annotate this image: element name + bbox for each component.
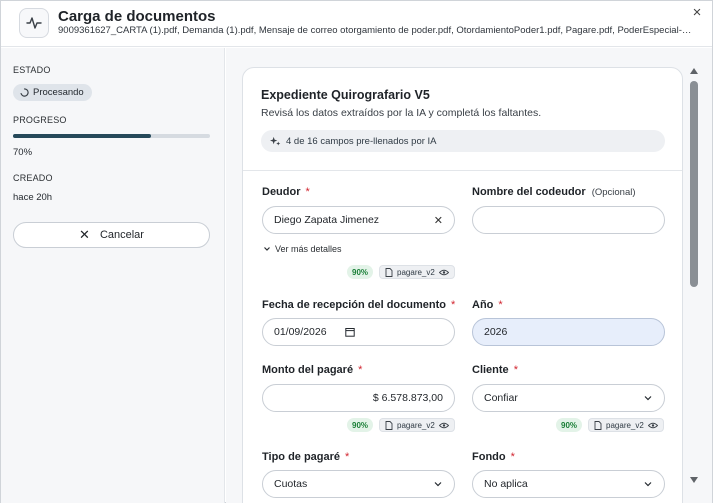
optional-tag: (Opcional) — [591, 187, 636, 198]
required-mark: * — [498, 299, 503, 311]
details-toggle-label: Ver más detalles — [275, 244, 342, 254]
fondo-label: Fondo * — [472, 451, 515, 463]
created-label: CREADO — [13, 173, 53, 183]
deudor-label: Deudor * — [262, 186, 310, 198]
deudor-value: Diego Zapata Jimenez — [274, 214, 380, 226]
spinner-icon — [20, 88, 29, 97]
tipo-label-text: Tipo de pagaré — [262, 451, 341, 463]
anio-label-text: Año — [472, 299, 494, 311]
confidence-badge: 90% — [347, 265, 374, 279]
scrollbar-thumb[interactable] — [690, 81, 698, 287]
clear-icon[interactable]: ✕ — [434, 214, 443, 227]
chevron-down-icon — [264, 247, 270, 251]
progress-bar — [13, 134, 210, 138]
upload-dialog: Carga de documentos 9009361627_CARTA (1)… — [0, 0, 713, 503]
chevron-down-icon — [434, 482, 442, 487]
chevron-down-icon — [644, 482, 652, 487]
eye-icon — [647, 422, 658, 428]
progress-bar-fill — [13, 134, 151, 138]
monto-ai-meta: 90% pagare_v2 — [347, 418, 455, 432]
monto-label-text: Monto del pagaré — [262, 364, 354, 376]
tipo-select[interactable]: Cuotas — [262, 470, 455, 498]
fecha-label-text: Fecha de recepción del documento — [262, 299, 446, 311]
document-icon — [385, 420, 393, 430]
codeudor-label: Nombre del codeudor (Opcional) — [472, 186, 636, 198]
monto-value: $ 6.578.873,00 — [372, 392, 443, 404]
document-icon — [594, 420, 602, 430]
anio-label: Año * — [472, 299, 503, 311]
document-icon — [385, 267, 393, 277]
close-icon: ✕ — [79, 227, 90, 242]
required-mark: * — [305, 186, 310, 198]
cliente-value: Confiar — [484, 392, 518, 404]
source-chip[interactable]: pagare_v2 — [379, 265, 455, 279]
status-sidebar: ESTADO Procesando PROGRESO 70% CREADO ha… — [1, 48, 225, 503]
tipo-value: Cuotas — [274, 478, 308, 490]
monto-label: Monto del pagaré * — [262, 364, 362, 376]
deudor-label-text: Deudor — [262, 186, 301, 198]
source-name: pagare_v2 — [397, 420, 435, 430]
dialog-header: Carga de documentos 9009361627_CARTA (1)… — [1, 1, 712, 47]
scroll-down-arrow-icon[interactable] — [689, 476, 699, 484]
anio-value: 2026 — [484, 326, 508, 338]
calendar-icon[interactable] — [344, 327, 355, 337]
fondo-value: No aplica — [484, 478, 528, 490]
cliente-select[interactable]: Confiar — [472, 384, 665, 412]
confidence-badge: 90% — [347, 418, 374, 432]
cancel-button-label: Cancelar — [99, 229, 144, 241]
form-subtitle: Revisá los datos extraídos por la IA y c… — [261, 107, 542, 119]
monto-input[interactable]: $ 6.578.873,00 — [262, 384, 455, 412]
confidence-badge: 90% — [556, 418, 583, 432]
scroll-up-arrow-icon[interactable] — [689, 67, 699, 75]
source-chip[interactable]: pagare_v2 — [588, 418, 664, 432]
fecha-value: 01/09/2026 — [274, 326, 327, 338]
source-name: pagare_v2 — [606, 420, 644, 430]
sparkles-icon — [270, 136, 281, 146]
status-badge: Procesando — [13, 84, 92, 101]
divider — [243, 170, 682, 171]
progress-label: PROGRESO — [13, 115, 67, 125]
required-mark: * — [345, 451, 350, 463]
activity-icon — [19, 8, 49, 38]
chevron-down-icon — [644, 396, 652, 401]
ai-prefill-text: 4 de 16 campos pre-llenados por IA — [286, 135, 437, 147]
eye-icon — [438, 422, 449, 428]
fondo-select[interactable]: No aplica — [472, 470, 665, 498]
deudor-ai-meta: 90% pagare_v2 — [347, 265, 455, 279]
deudor-input[interactable]: Diego Zapata Jimenez ✕ — [262, 206, 455, 234]
codeudor-label-text: Nombre del codeudor — [472, 186, 586, 198]
required-mark: * — [358, 364, 363, 376]
dialog-title: Carga de documentos — [58, 8, 216, 25]
form-card: Expediente Quirografario V5 Revisá los d… — [242, 67, 683, 503]
form-title: Expediente Quirografario V5 — [261, 88, 430, 102]
required-mark: * — [510, 451, 515, 463]
scrollbar[interactable] — [687, 65, 701, 488]
cliente-label-text: Cliente — [472, 364, 509, 376]
required-mark: * — [513, 364, 518, 376]
source-name: pagare_v2 — [397, 267, 435, 277]
status-label: ESTADO — [13, 65, 51, 75]
codeudor-input[interactable] — [472, 206, 665, 234]
file-list: 9009361627_CARTA (1).pdf, Demanda (1).pd… — [58, 25, 692, 36]
created-value: hace 20h — [13, 192, 53, 203]
cliente-ai-meta: 90% pagare_v2 — [556, 418, 664, 432]
anio-input[interactable]: 2026 — [472, 318, 665, 346]
fondo-label-text: Fondo — [472, 451, 506, 463]
progress-value: 70% — [13, 147, 33, 158]
details-toggle[interactable]: Ver más detalles — [263, 244, 342, 254]
ai-prefill-summary: 4 de 16 campos pre-llenados por IA — [261, 130, 665, 152]
source-chip[interactable]: pagare_v2 — [379, 418, 455, 432]
cancel-button[interactable]: ✕ Cancelar — [13, 222, 210, 248]
cliente-label: Cliente * — [472, 364, 518, 376]
eye-icon — [438, 269, 449, 275]
fecha-label: Fecha de recepción del documento * — [262, 299, 455, 311]
form-panel: Expediente Quirografario V5 Revisá los d… — [226, 48, 712, 503]
close-button[interactable]: × — [689, 5, 705, 21]
fecha-input[interactable]: 01/09/2026 — [262, 318, 455, 346]
required-mark: * — [451, 299, 456, 311]
status-value: Procesando — [33, 87, 84, 98]
tipo-label: Tipo de pagaré * — [262, 451, 349, 463]
